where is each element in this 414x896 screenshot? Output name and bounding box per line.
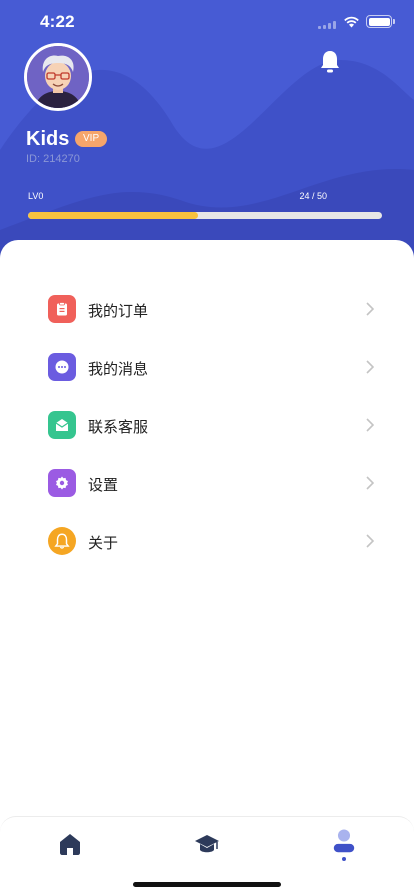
menu-item-label: 我的订单 [88, 303, 149, 320]
mail-icon [48, 411, 76, 439]
level-progress-text: 24 / 50 [299, 191, 327, 201]
user-id: ID: 214270 [26, 153, 80, 165]
bell-icon [48, 527, 76, 555]
battery-icon [366, 15, 395, 28]
level-progress-fill [28, 212, 198, 219]
graduation-cap-icon[interactable] [194, 831, 220, 857]
clipboard-icon [48, 295, 76, 323]
menu-item-label: 关于 [88, 535, 119, 552]
profile-icon[interactable] [331, 829, 357, 855]
home-indicator [133, 882, 281, 887]
menu-card: 我的订单 我的消息 联系客服 设置 关于 [0, 240, 414, 896]
chevron-right-icon [366, 302, 374, 316]
menu-item-messages[interactable]: 我的消息 [0, 338, 414, 396]
level-label: LV0 [28, 191, 44, 201]
avatar[interactable] [24, 43, 92, 111]
gear-icon [48, 469, 76, 497]
menu-item-customer-service[interactable]: 联系客服 [0, 396, 414, 454]
menu-item-about[interactable]: 关于 [0, 512, 414, 570]
profile-header: 4:22 Kids VIP ID: 214270 LV0 24 / 50 [0, 0, 414, 270]
menu-list: 我的订单 我的消息 联系客服 设置 关于 [0, 280, 414, 570]
cellular-signal-icon [318, 21, 342, 29]
chevron-right-icon [366, 418, 374, 432]
message-icon [48, 353, 76, 381]
home-icon[interactable] [57, 831, 83, 857]
chevron-right-icon [366, 534, 374, 548]
chevron-right-icon [366, 476, 374, 490]
menu-item-label: 设置 [88, 477, 119, 494]
username: Kids [26, 128, 70, 150]
wifi-icon [344, 16, 359, 28]
avatar-illustration [27, 46, 89, 108]
menu-item-orders[interactable]: 我的订单 [0, 280, 414, 338]
notification-bell-icon[interactable] [318, 49, 342, 75]
status-time: 4:22 [40, 12, 75, 31]
active-tab-indicator [342, 857, 346, 861]
vip-badge: VIP [75, 131, 108, 147]
level-progress-bar [28, 212, 382, 219]
chevron-right-icon [366, 360, 374, 374]
menu-item-settings[interactable]: 设置 [0, 454, 414, 512]
menu-item-label: 我的消息 [88, 361, 149, 378]
menu-item-label: 联系客服 [88, 419, 149, 436]
status-bar: 4:22 [0, 0, 414, 44]
